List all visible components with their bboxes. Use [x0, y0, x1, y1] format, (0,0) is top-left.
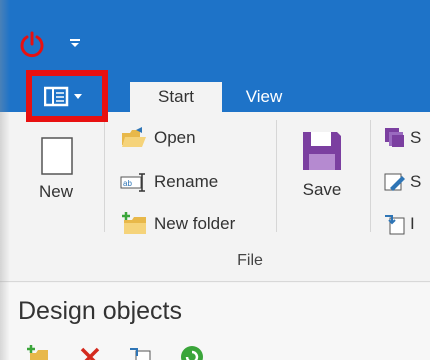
panel-title: Design objects	[18, 297, 182, 325]
new-folder-icon	[122, 212, 146, 234]
ribbon-group-label-file: File	[237, 252, 263, 269]
design-objects-panel: Design objects	[0, 283, 430, 360]
app-menu-icon	[44, 86, 82, 107]
quick-access-dropdown-icon	[70, 39, 80, 47]
tab-view[interactable]: View	[236, 82, 292, 112]
save-as-label: S	[410, 128, 422, 147]
delete-tool-button[interactable]	[78, 345, 102, 360]
app-menu-button[interactable]	[26, 70, 108, 122]
ribbon-separator	[104, 120, 105, 232]
svg-text:ab: ab	[123, 179, 132, 188]
import-label: I	[410, 214, 415, 233]
save-edit-icon	[384, 173, 405, 191]
save-copies-icon	[385, 128, 404, 147]
title-bar	[0, 0, 430, 72]
import-doc-icon	[130, 348, 151, 360]
window-shadow-edge	[0, 0, 10, 360]
save-button[interactable]: Save	[290, 128, 354, 200]
new-document-icon	[40, 128, 74, 175]
save-as-button[interactable]: S	[384, 124, 430, 152]
new-button-label: New	[38, 182, 73, 201]
open-button[interactable]: Open	[120, 124, 196, 152]
import-icon	[385, 215, 405, 235]
rename-icon: ab	[120, 173, 145, 192]
save-edit-label: S	[410, 172, 422, 191]
app-window: Start View New Open ab Rename New folder…	[0, 0, 430, 360]
save-edit-button[interactable]: S	[384, 168, 430, 196]
add-folder-icon	[27, 345, 48, 360]
add-folder-tool-button[interactable]	[26, 345, 50, 360]
delete-icon	[80, 347, 100, 360]
import-tool-button[interactable]	[128, 345, 152, 360]
new-folder-button-label: New folder	[154, 214, 236, 233]
refresh-icon	[181, 346, 203, 360]
rename-button[interactable]: ab Rename	[120, 168, 218, 196]
new-button[interactable]: New	[28, 128, 84, 202]
quick-access-dropdown-button[interactable]	[68, 36, 82, 50]
save-disk-icon	[303, 132, 341, 170]
open-button-label: Open	[154, 128, 196, 147]
power-button[interactable]	[18, 30, 46, 58]
import-button[interactable]: I	[384, 210, 430, 238]
tab-start[interactable]: Start	[130, 82, 222, 112]
refresh-tool-button[interactable]	[180, 345, 204, 360]
ribbon-panel: New Open ab Rename New folder Save S S I…	[0, 112, 430, 282]
save-button-label: Save	[302, 180, 342, 199]
new-folder-button[interactable]: New folder	[120, 210, 235, 238]
power-icon	[20, 31, 44, 58]
rename-button-label: Rename	[154, 172, 219, 191]
ribbon-separator	[370, 120, 371, 232]
open-folder-icon	[122, 127, 146, 147]
ribbon-separator	[276, 120, 277, 232]
